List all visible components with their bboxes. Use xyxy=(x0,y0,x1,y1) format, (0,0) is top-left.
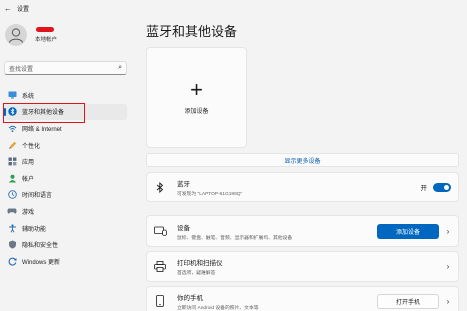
printers-card[interactable]: 打印机和扫描仪 首选项，疑难解答 › xyxy=(146,251,459,282)
sidebar-item-privacy[interactable]: 隐私和安全性 xyxy=(4,236,127,253)
brush-icon xyxy=(7,140,17,150)
keyboard-mouse-icon xyxy=(153,224,167,238)
bluetooth-icon xyxy=(153,180,167,194)
title-bar: ← 设置 xyxy=(0,0,467,16)
redacted-user-name xyxy=(36,27,54,32)
search-icon: ⌕ xyxy=(118,64,122,71)
devices-title: 设备 xyxy=(177,224,190,232)
printers-subtitle: 首选项，疑难解答 xyxy=(177,271,216,276)
sidebar-item-label: Windows 更新 xyxy=(22,259,61,266)
person-icon xyxy=(7,173,17,183)
globe-clock-icon xyxy=(7,190,17,200)
add-device-button[interactable]: 添加设备 xyxy=(377,223,439,239)
wifi-icon xyxy=(7,123,17,133)
sidebar-item-network[interactable]: 网络 & Internet xyxy=(4,120,127,137)
sidebar-item-accessibility[interactable]: 辅助功能 xyxy=(4,220,127,237)
chevron-right-icon[interactable]: › xyxy=(445,297,451,306)
sidebar-item-time-language[interactable]: 时间和语言 xyxy=(4,187,127,204)
open-phone-button[interactable]: 打开手机 xyxy=(377,293,439,309)
nav-list: 系统 蓝牙和其他设备 网络 & Internet 个性化 应用 帐户 时间和语言… xyxy=(4,87,127,270)
toggle-state-label: 开 xyxy=(420,185,428,192)
shield-icon xyxy=(7,240,17,250)
bluetooth-subtitle: 可发现为 "LAPTOP-61G199Q" xyxy=(177,191,243,197)
apps-icon xyxy=(7,157,17,167)
sidebar-item-label: 辅助功能 xyxy=(22,226,47,233)
user-profile[interactable]: 本地帐户 xyxy=(5,24,57,46)
sidebar-item-bluetooth[interactable]: 蓝牙和其他设备 xyxy=(4,103,127,121)
page-title: 蓝牙和其他设备 xyxy=(146,24,238,39)
sidebar: 本地帐户 查找设置 ⌕ 系统 蓝牙和其他设备 网络 & Internet 个性化… xyxy=(0,16,132,311)
sidebar-item-apps[interactable]: 应用 xyxy=(4,153,127,170)
account-type: 本地帐户 xyxy=(35,37,58,43)
sidebar-item-accounts[interactable]: 帐户 xyxy=(4,170,127,187)
bluetooth-toggle[interactable] xyxy=(433,182,451,192)
back-arrow-icon[interactable]: ← xyxy=(1,4,15,13)
sidebar-item-label: 蓝牙和其他设备 xyxy=(22,110,65,117)
sidebar-item-label: 时间和语言 xyxy=(22,193,53,200)
window-title: 设置 xyxy=(17,6,30,13)
sidebar-item-label: 网络 & Internet xyxy=(22,126,62,133)
sidebar-item-label: 帐户 xyxy=(22,176,35,183)
sidebar-item-system[interactable]: 系统 xyxy=(4,87,127,104)
add-device-label: 添加设备 xyxy=(184,109,209,115)
chevron-right-icon[interactable]: › xyxy=(445,227,451,236)
sidebar-item-label: 应用 xyxy=(22,160,35,167)
sidebar-item-label: 游戏 xyxy=(22,209,35,216)
plus-icon: + xyxy=(190,77,203,102)
sidebar-item-gaming[interactable]: 游戏 xyxy=(4,203,127,220)
bluetooth-card: 蓝牙 可发现为 "LAPTOP-61G199Q" 开 xyxy=(146,172,459,202)
search-placeholder: 查找设置 xyxy=(9,66,34,73)
sidebar-item-label: 隐私和安全性 xyxy=(22,243,59,250)
sidebar-item-label: 个性化 xyxy=(22,143,41,150)
sidebar-item-label: 系统 xyxy=(22,93,35,100)
avatar xyxy=(5,24,27,46)
devices-card[interactable]: 设备 鼠标、键盘、触笔、音频、显示器和扩展坞、其他设备 添加设备 › xyxy=(146,215,459,247)
person-icon xyxy=(9,28,23,43)
controller-icon xyxy=(7,206,17,216)
printer-icon xyxy=(153,260,167,274)
show-more-devices-link[interactable]: 显示更多设备 xyxy=(146,153,459,167)
phone-title: 你的手机 xyxy=(177,294,203,302)
accessibility-icon xyxy=(7,223,17,233)
phone-card[interactable]: 你的手机 立即访问 Android 设备的照片、文本等 打开手机 › xyxy=(146,286,459,311)
phone-icon xyxy=(153,294,167,308)
bluetooth-title: 蓝牙 xyxy=(177,180,190,188)
update-icon xyxy=(7,256,17,266)
sidebar-item-personalization[interactable]: 个性化 xyxy=(4,137,127,154)
chevron-right-icon[interactable]: › xyxy=(445,262,451,271)
printers-title: 打印机和扫描仪 xyxy=(177,260,223,267)
add-device-tile[interactable]: + 添加设备 xyxy=(146,47,247,148)
monitor-icon xyxy=(7,90,17,100)
search-input[interactable]: 查找设置 ⌕ xyxy=(4,61,127,75)
bluetooth-icon xyxy=(7,107,17,117)
phone-subtitle: 立即访问 Android 设备的照片、文本等 xyxy=(177,305,259,311)
devices-subtitle: 鼠标、键盘、触笔、音频、显示器和扩展坞、其他设备 xyxy=(177,235,293,241)
sidebar-item-windows-update[interactable]: Windows 更新 xyxy=(4,253,127,270)
